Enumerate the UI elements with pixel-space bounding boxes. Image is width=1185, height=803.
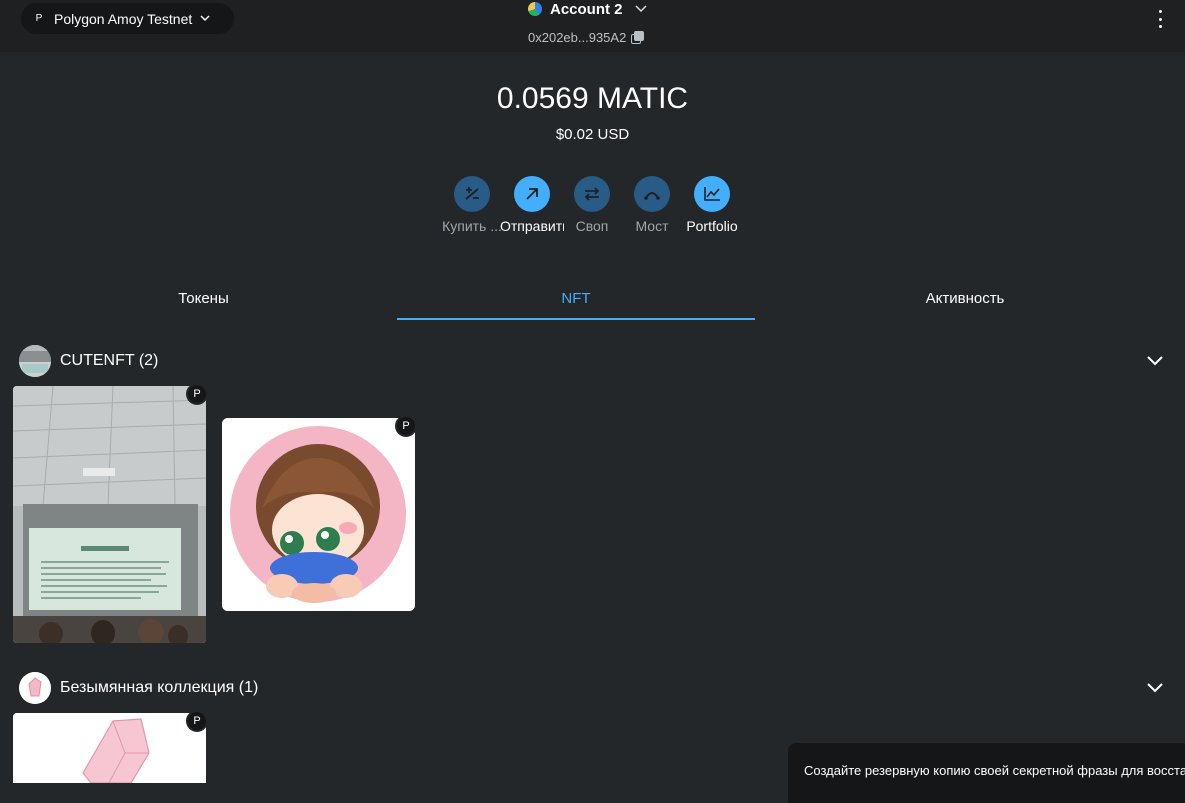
bridge-label: Мост: [635, 218, 669, 234]
network-badge: P: [32, 11, 46, 26]
tab-nft[interactable]: NFT: [397, 278, 755, 320]
chart-icon: [694, 176, 730, 212]
plus-minus-icon: [454, 176, 490, 212]
top-bar: P Polygon Amoy Testnet Account 2 0x202eb…: [0, 0, 1185, 52]
swap-label: Своп: [575, 218, 609, 234]
balance-amount: 0.0569 MATIC: [496, 82, 689, 115]
swap-icon: [574, 176, 610, 212]
collection-name: CUTENFT (2): [60, 352, 159, 369]
nft-image: [13, 386, 206, 643]
collection-name: Безымянная коллекция (1): [60, 679, 259, 696]
account-address-copy[interactable]: 0x202eb...935A2: [528, 29, 645, 45]
buy-button[interactable]: Купить ...: [440, 176, 504, 240]
nft-card[interactable]: [222, 418, 415, 611]
chevron-down-icon[interactable]: [1146, 351, 1164, 369]
network-badge: P: [186, 383, 208, 405]
collection-avatar: [19, 672, 51, 704]
backup-reminder-text: Создайте резервную копию своей секретной…: [804, 763, 1185, 778]
asset-tabs: Токены NFT Активность: [0, 278, 1185, 322]
arrow-up-right-icon: [514, 176, 550, 212]
collection-header[interactable]: CUTENFT (2): [0, 345, 1185, 379]
backup-reminder-toast[interactable]: Создайте резервную копию своей секретной…: [788, 743, 1185, 803]
chevron-down-icon[interactable]: [1146, 678, 1164, 696]
chevron-down-icon: [200, 13, 210, 25]
network-selector[interactable]: P Polygon Amoy Testnet: [21, 3, 234, 34]
swap-button[interactable]: Своп: [560, 176, 624, 240]
portfolio-button[interactable]: Portfolio: [680, 176, 744, 240]
action-buttons: Купить ... Отправить Своп Мост Portfolio: [440, 176, 750, 240]
buy-label: Купить ...: [442, 218, 502, 234]
nft-image: [222, 418, 415, 611]
nft-card[interactable]: [13, 386, 206, 643]
account-avatar: [528, 2, 542, 16]
send-button[interactable]: Отправить: [500, 176, 564, 240]
account-selector[interactable]: Account 2: [528, 0, 647, 18]
portfolio-label: Portfolio: [686, 218, 738, 234]
network-name: Polygon Amoy Testnet: [54, 10, 193, 27]
send-label: Отправить: [500, 218, 564, 234]
tab-activity[interactable]: Активность: [765, 278, 1165, 320]
copy-icon: [631, 31, 645, 44]
account-name: Account 2: [550, 0, 623, 18]
collection-avatar: [19, 345, 51, 377]
account-address: 0x202eb...935A2: [528, 29, 627, 45]
bridge-button[interactable]: Мост: [620, 176, 684, 240]
bridge-icon: [634, 176, 670, 212]
kebab-menu-icon[interactable]: [1155, 10, 1165, 28]
tab-tokens[interactable]: Токены: [20, 278, 387, 320]
balance-fiat: $0.02 USD: [555, 126, 630, 143]
network-badge: P: [395, 415, 417, 437]
network-badge: P: [186, 710, 208, 732]
chevron-down-icon: [634, 2, 647, 16]
collection-header[interactable]: Безымянная коллекция (1): [0, 672, 1185, 706]
